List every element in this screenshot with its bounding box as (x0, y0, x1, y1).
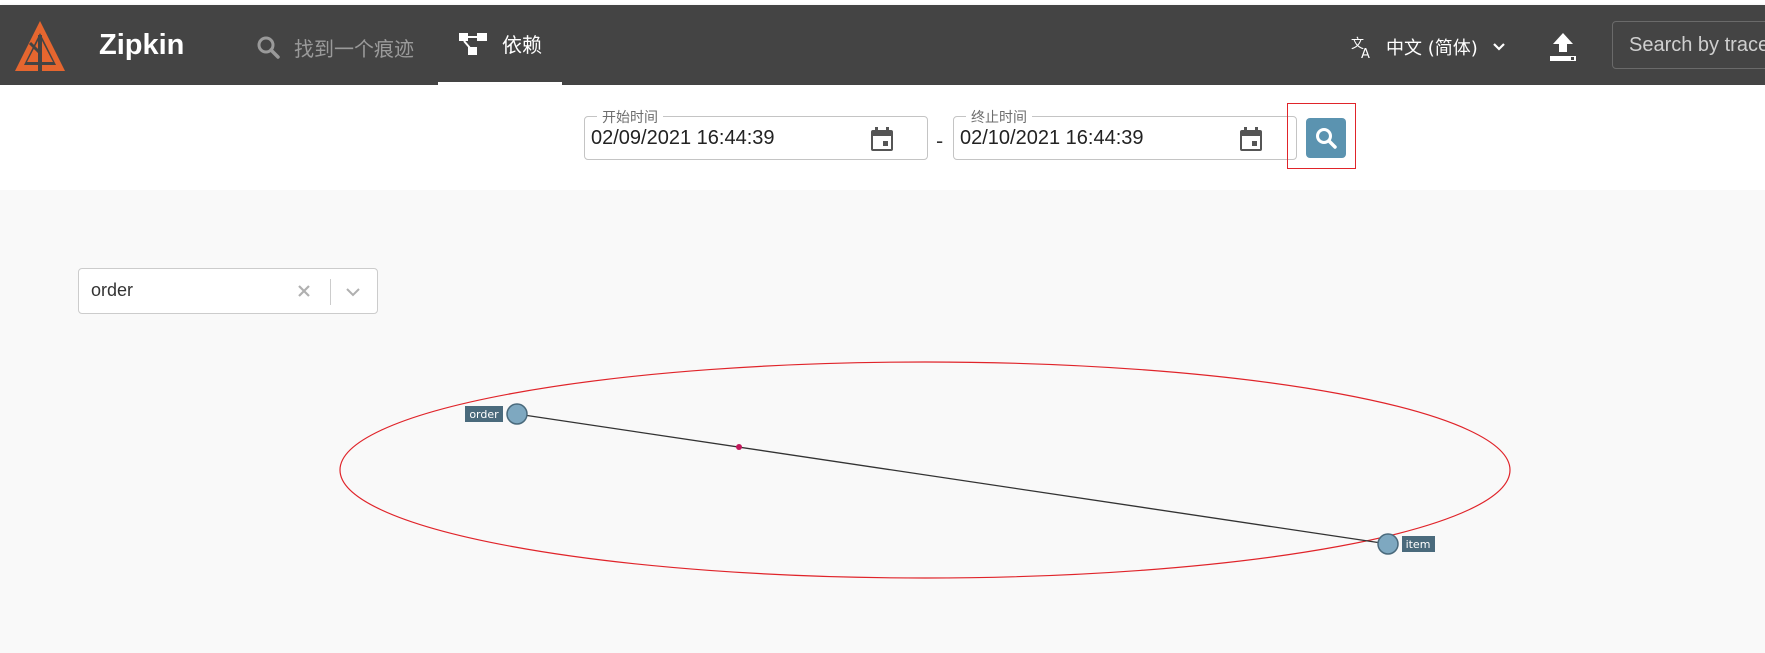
start-time-value: 02/09/2021 16:44:39 (591, 127, 775, 149)
end-time-label: 终止时间 (966, 107, 1032, 127)
start-time-label: 开始时间 (597, 107, 663, 127)
language-label: 中文 (简体) (1386, 38, 1478, 59)
brand-title[interactable]: Zipkin (99, 29, 184, 62)
node-circle (506, 403, 528, 425)
start-time-field[interactable]: 开始时间 02/09/2021 16:44:39 (584, 107, 928, 160)
nav-dependencies[interactable]: 依赖 (438, 5, 562, 85)
calendar-icon[interactable] (1239, 126, 1263, 152)
highlight-ellipse (339, 361, 1511, 579)
nav-find-trace[interactable]: 找到一个痕迹 (256, 31, 414, 63)
dependencies-icon (459, 32, 487, 55)
query-toolbar: 开始时间 02/09/2021 16:44:39 - 终止时间 02/10/20… (0, 85, 1765, 190)
dependencies-content: order order item (0, 190, 1765, 653)
dependency-edge[interactable] (516, 413, 1389, 545)
app-header: Zipkin 找到一个痕迹 依赖 文 A 中文 (简体) Search by t… (0, 5, 1765, 85)
dependency-graph: order item (339, 361, 1511, 579)
chevron-down-icon (1493, 43, 1505, 51)
end-time-field[interactable]: 终止时间 02/10/2021 16:44:39 (953, 107, 1297, 160)
svg-text:A: A (1361, 47, 1370, 59)
highlight-annotation (1287, 103, 1356, 169)
translate-icon: 文 A (1351, 37, 1370, 59)
search-icon (257, 36, 280, 59)
node-circle (1377, 533, 1399, 555)
node-label: order (469, 408, 499, 421)
zipkin-logo-icon[interactable] (13, 19, 67, 73)
node-item[interactable]: item (1377, 533, 1435, 555)
range-separator: - (936, 129, 944, 153)
end-time-value: 02/10/2021 16:44:39 (960, 127, 1144, 149)
upload-icon[interactable] (1548, 31, 1578, 63)
calendar-icon[interactable] (870, 126, 894, 152)
node-order[interactable]: order (465, 403, 528, 425)
nav-find-trace-label: 找到一个痕迹 (294, 36, 414, 61)
nav-dependencies-label: 依赖 (502, 33, 542, 57)
language-selector[interactable]: 文 A 中文 (简体) (1350, 31, 1506, 63)
edge-midpoint-marker (736, 444, 742, 450)
search-trace-input[interactable]: Search by trace ID (1612, 21, 1765, 69)
node-label: item (1406, 538, 1431, 551)
